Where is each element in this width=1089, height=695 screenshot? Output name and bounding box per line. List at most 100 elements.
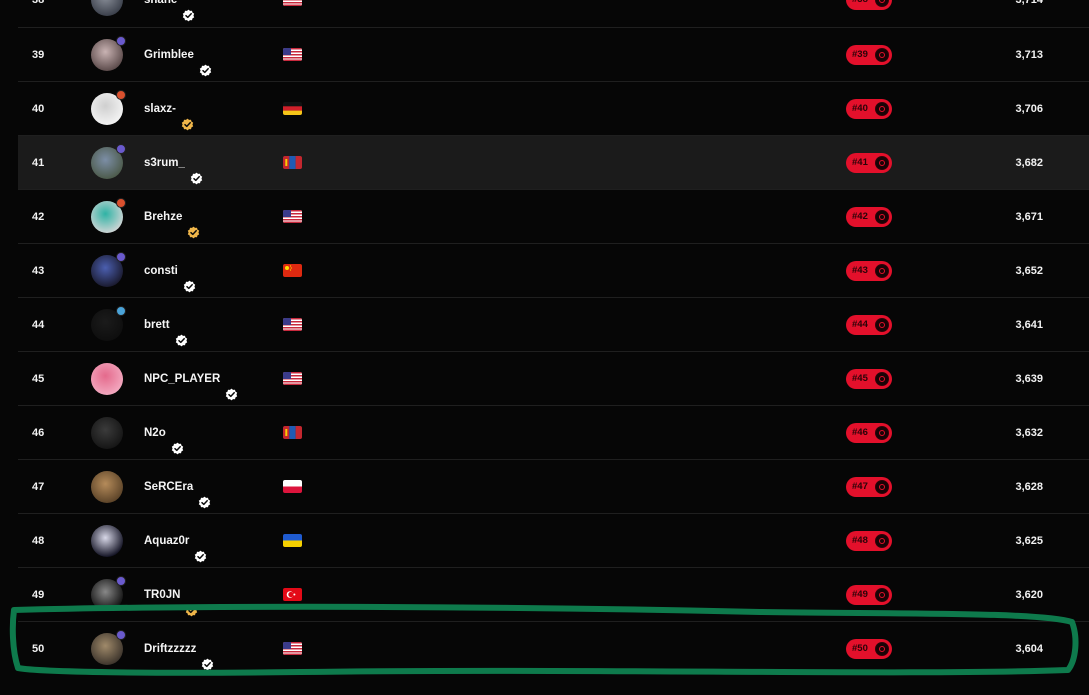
table-row[interactable]: 47 SeRCEra #47 3,628 [18,459,1089,513]
player-name-link[interactable]: Brehze [144,190,200,244]
faceit-icon [875,48,889,62]
avatar[interactable] [91,525,123,557]
faceit-icon [875,0,889,7]
rank-tier-icon [116,576,126,586]
elo-points: 3,628 [1015,481,1043,493]
player-name-link[interactable]: consti [144,244,196,298]
faceit-icon [875,426,889,440]
verified-badge-icon [194,533,207,563]
player-name-link[interactable]: s3rum_ [144,136,203,190]
rank-tier-icon [116,252,126,262]
verified-badge-icon [201,641,214,671]
avatar-image [91,471,123,503]
player-name-link[interactable]: Aquaz0r [144,514,207,568]
country-flag-icon [283,318,302,331]
player-name-link[interactable]: Grimblee [144,28,212,82]
avatar[interactable] [91,0,123,16]
rank-tier-icon [116,630,126,640]
avatar[interactable] [91,252,126,287]
rank-pill-label: #45 [852,373,868,384]
elo-points: 3,620 [1015,589,1043,601]
faceit-icon [875,480,889,494]
avatar[interactable] [91,90,126,125]
elo-points: 3,604 [1015,643,1043,655]
country-flag-icon [283,156,302,169]
player-name: NPC_PLAYER [144,373,221,385]
avatar[interactable] [91,630,126,665]
table-row[interactable]: 42 Brehze #42 3,671 [18,189,1089,243]
verified-badge-icon [190,155,203,185]
table-row[interactable]: 44 brett #44 3,641 [18,297,1089,351]
player-name-link[interactable]: brett [144,298,188,352]
player-name-link[interactable]: slaxz- [144,82,194,136]
country-flag-icon [283,210,302,223]
table-row[interactable]: 49 TR0JN #49 3,620 [18,567,1089,621]
player-name-link[interactable]: SeRCEra [144,460,211,514]
rank-pill-label: #48 [852,535,868,546]
elo-points: 3,682 [1015,157,1043,169]
avatar-image [91,0,123,16]
faceit-icon [875,264,889,278]
player-name-link[interactable]: NPC_PLAYER [144,352,238,406]
avatar[interactable] [91,144,126,179]
table-row[interactable]: 38 shane #38 3,714 [18,0,1089,26]
rank-pill: #42 [846,207,892,227]
faceit-icon [875,102,889,116]
player-name: N2o [144,427,166,439]
rank-pill: #38 [846,0,892,10]
table-row[interactable]: 41 s3rum_ #41 3,682 [18,135,1089,189]
rank-number: 40 [32,103,45,115]
table-row[interactable]: 40 slaxz- #40 3,706 [18,81,1089,135]
player-name: slaxz- [144,103,176,115]
player-name-link[interactable]: shane [144,0,195,27]
elo-points: 3,632 [1015,427,1043,439]
player-name-link[interactable]: N2o [144,406,184,460]
rank-pill: #49 [846,585,892,605]
verified-badge-icon [171,425,184,455]
avatar[interactable] [91,471,123,503]
table-row[interactable]: 48 Aquaz0r #48 3,625 [18,513,1089,567]
rank-pill: #44 [846,315,892,335]
avatar[interactable] [91,306,126,341]
player-name: brett [144,319,170,331]
rank-number: 45 [32,373,45,385]
rank-tier-icon [116,90,126,100]
rank-pill-label: #50 [852,643,868,654]
player-name-link[interactable]: TR0JN [144,568,198,622]
rank-pill-label: #43 [852,265,868,276]
table-row[interactable]: 50 Driftzzzzz #50 3,604 [18,621,1089,675]
player-name: Aquaz0r [144,535,190,547]
elo-points: 3,639 [1015,373,1043,385]
country-flag-icon [283,0,302,6]
elo-points: 3,652 [1015,265,1043,277]
country-flag-icon [283,480,302,493]
rank-pill: #43 [846,261,892,281]
rank-pill-label: #40 [852,103,868,114]
avatar[interactable] [91,576,126,611]
table-row[interactable]: 39 Grimblee #39 3,713 [18,27,1089,81]
rank-tier-icon [116,36,126,46]
verified-badge-icon [181,101,194,131]
rank-number: 47 [32,481,45,493]
country-flag-icon [283,642,302,655]
avatar[interactable] [91,36,126,71]
table-row[interactable]: 46 N2o #46 3,632 [18,405,1089,459]
avatar[interactable] [91,417,123,449]
rank-tier-icon [116,198,126,208]
elo-points: 3,641 [1015,319,1043,331]
rank-number: 38 [32,0,45,6]
verified-badge-icon [175,317,188,347]
rank-number: 50 [32,643,45,655]
rank-pill: #48 [846,531,892,551]
table-row[interactable]: 43 consti #43 3,652 [18,243,1089,297]
rank-pill: #46 [846,423,892,443]
faceit-icon [875,642,889,656]
rank-number: 41 [32,157,45,169]
table-row[interactable]: 45 NPC_PLAYER #45 3,639 [18,351,1089,405]
player-name: Brehze [144,211,183,223]
rank-pill-label: #44 [852,319,868,330]
faceit-icon [875,156,889,170]
player-name-link[interactable]: Driftzzzzz [144,622,214,676]
avatar[interactable] [91,198,126,233]
avatar[interactable] [91,363,123,395]
